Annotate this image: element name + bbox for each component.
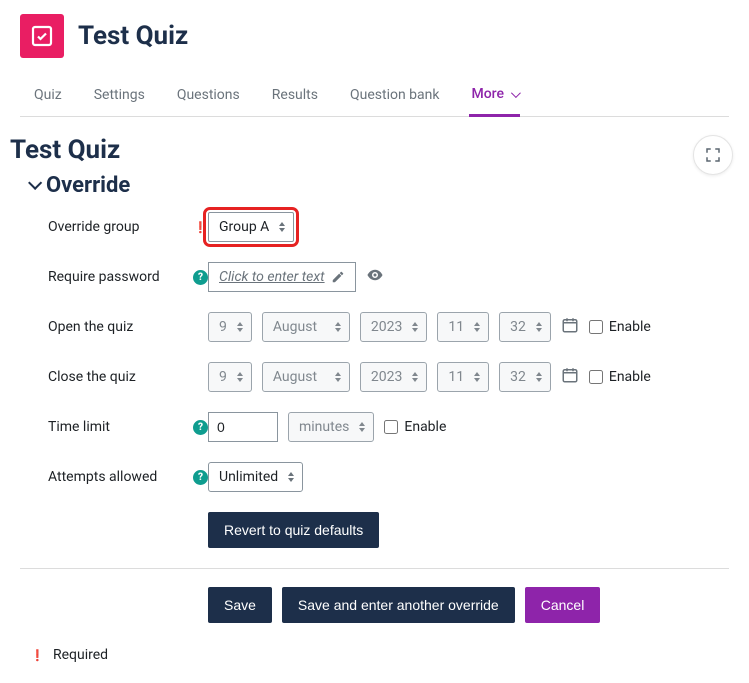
save-another-button[interactable]: Save and enter another override — [282, 587, 515, 623]
open-quiz-enable-checkbox[interactable] — [589, 320, 603, 334]
required-icon: ❗ — [193, 220, 208, 235]
open-quiz-minute-select[interactable]: 32 — [499, 312, 551, 342]
quiz-module-icon — [20, 14, 64, 58]
password-placeholder: Click to enter text — [219, 269, 325, 285]
time-limit-enable-label: Enable — [404, 419, 446, 435]
tab-questionbank[interactable]: Question bank — [348, 76, 441, 116]
close-quiz-enable-checkbox[interactable] — [589, 370, 603, 384]
help-icon[interactable]: ? — [193, 420, 208, 435]
required-icon: ❗ — [30, 648, 45, 663]
sort-caret-icon — [536, 322, 542, 332]
open-quiz-month-select[interactable]: August — [262, 312, 350, 342]
help-icon[interactable]: ? — [193, 470, 208, 485]
override-group-value: Group A — [219, 219, 269, 235]
sort-caret-icon — [412, 322, 418, 332]
time-limit-enable-wrap[interactable]: Enable — [384, 419, 446, 435]
override-group-label: Override group — [48, 219, 185, 235]
calendar-icon[interactable] — [561, 316, 579, 338]
pencil-icon — [331, 270, 345, 284]
tab-quiz[interactable]: Quiz — [32, 76, 64, 116]
close-quiz-minute-select[interactable]: 32 — [499, 362, 551, 392]
section-heading: Test Quiz — [10, 135, 739, 165]
time-limit-label: Time limit — [48, 419, 185, 435]
sort-caret-icon — [335, 372, 341, 382]
sort-caret-icon — [237, 372, 243, 382]
close-quiz-year-select[interactable]: 2023 — [360, 362, 427, 392]
close-quiz-enable-label: Enable — [609, 369, 651, 385]
required-label: Required — [53, 647, 108, 663]
sort-caret-icon — [335, 322, 341, 332]
chevron-down-icon — [508, 86, 518, 102]
sort-caret-icon — [359, 422, 365, 432]
password-input[interactable]: Click to enter text — [208, 262, 356, 292]
fullscreen-toggle-button[interactable] — [693, 135, 733, 175]
override-heading: Override — [46, 173, 130, 198]
attempts-select[interactable]: Unlimited — [208, 462, 303, 492]
time-limit-unit-select[interactable]: minutes — [288, 412, 374, 442]
tab-more[interactable]: More — [469, 76, 520, 117]
require-password-label: Require password — [48, 269, 185, 285]
close-quiz-enable-wrap[interactable]: Enable — [589, 369, 651, 385]
close-quiz-month-select[interactable]: August — [262, 362, 350, 392]
page-title: Test Quiz — [78, 21, 188, 51]
sort-caret-icon — [536, 372, 542, 382]
open-quiz-day-select[interactable]: 9 — [208, 312, 252, 342]
sort-caret-icon — [237, 322, 243, 332]
nav-tabs: Quiz Settings Questions Results Question… — [20, 76, 729, 117]
override-group-select[interactable]: Group A — [208, 212, 294, 242]
sort-caret-icon — [412, 372, 418, 382]
time-limit-enable-checkbox[interactable] — [384, 420, 398, 434]
sort-caret-icon — [474, 372, 480, 382]
open-quiz-label: Open the quiz — [48, 319, 208, 335]
close-quiz-label: Close the quiz — [48, 369, 208, 385]
close-quiz-hour-select[interactable]: 11 — [437, 362, 489, 392]
open-quiz-hour-select[interactable]: 11 — [437, 312, 489, 342]
attempts-value: Unlimited — [219, 469, 278, 485]
tab-questions[interactable]: Questions — [175, 76, 242, 116]
open-quiz-enable-wrap[interactable]: Enable — [589, 319, 651, 335]
sort-caret-icon — [474, 322, 480, 332]
time-limit-input[interactable] — [208, 412, 278, 442]
caret-down-icon — [28, 178, 38, 194]
tab-more-label: More — [471, 86, 504, 102]
override-section-toggle[interactable]: Override — [28, 173, 739, 198]
tab-results[interactable]: Results — [270, 76, 320, 116]
open-quiz-enable-label: Enable — [609, 319, 651, 335]
cancel-button[interactable]: Cancel — [525, 587, 601, 623]
sort-caret-icon — [288, 472, 294, 482]
eye-icon[interactable] — [366, 266, 384, 288]
help-icon[interactable]: ? — [193, 270, 208, 285]
divider — [20, 568, 729, 569]
tab-settings[interactable]: Settings — [92, 76, 147, 116]
calendar-icon[interactable] — [561, 366, 579, 388]
sort-caret-icon — [279, 222, 285, 232]
revert-button[interactable]: Revert to quiz defaults — [208, 512, 379, 548]
open-quiz-year-select[interactable]: 2023 — [360, 312, 427, 342]
attempts-label: Attempts allowed — [48, 469, 185, 485]
save-button[interactable]: Save — [208, 587, 272, 623]
close-quiz-day-select[interactable]: 9 — [208, 362, 252, 392]
